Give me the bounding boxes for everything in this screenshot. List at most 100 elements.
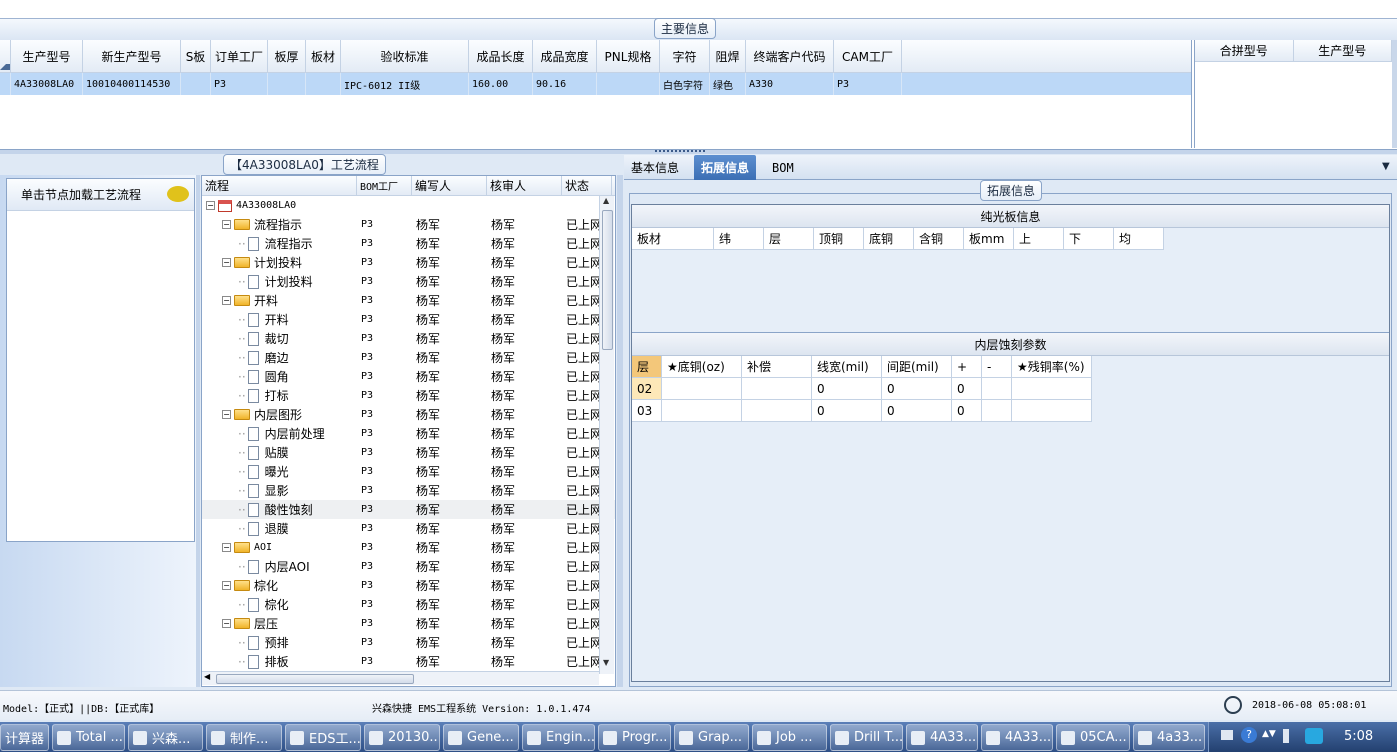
- taskbar-item[interactable]: 4a33...: [1133, 724, 1205, 751]
- column-header[interactable]: ★残铜率(%): [1012, 356, 1092, 378]
- main-info-grid[interactable]: 生产型号 新生产型号 S板 订单工厂 板厚 板材 验收标准 成品长度 成品宽度 PNL规格 字符 阻焊…: [0, 40, 1192, 148]
- table-cell[interactable]: [1012, 378, 1092, 400]
- taskbar-item[interactable]: Drill T...: [830, 724, 903, 751]
- table-cell[interactable]: 90.16: [533, 73, 597, 95]
- collapse-icon[interactable]: −: [222, 296, 231, 305]
- column-header[interactable]: 下: [1064, 228, 1114, 250]
- tree-node[interactable]: ·· 曝光: [202, 462, 357, 481]
- collapse-icon[interactable]: −: [222, 258, 231, 267]
- tree-node[interactable]: ·· 内层AOI: [202, 557, 357, 576]
- column-header[interactable]: 成品长度: [469, 40, 533, 72]
- tree-row[interactable]: − AOI P3 杨军 杨军 已上网: [202, 538, 615, 557]
- tray-expand-icon[interactable]: ▲▼: [1262, 729, 1276, 739]
- load-process-header[interactable]: 单击节点加载工艺流程: [7, 179, 194, 211]
- column-header[interactable]: 验收标准: [341, 40, 469, 72]
- column-header[interactable]: 生产型号: [1294, 40, 1392, 61]
- column-header[interactable]: 核审人: [487, 176, 562, 195]
- tree-row[interactable]: ·· 流程指示 P3 杨军 杨军 已上网: [202, 234, 615, 253]
- tree-row[interactable]: ·· 计划投料 P3 杨军 杨军 已上网: [202, 272, 615, 291]
- column-header[interactable]: -: [982, 356, 1012, 378]
- table-cell[interactable]: 0: [882, 378, 952, 400]
- plain-board-grid-body[interactable]: [632, 250, 1389, 333]
- tree-row[interactable]: − 内层图形 P3 杨军 杨军 已上网: [202, 405, 615, 424]
- tree-node[interactable]: ·· 开料: [202, 310, 357, 329]
- tree-node[interactable]: − 开料: [202, 291, 357, 310]
- column-header[interactable]: 成品宽度: [533, 40, 597, 72]
- tree-row[interactable]: ·· 开料 P3 杨军 杨军 已上网: [202, 310, 615, 329]
- tab-basic-info[interactable]: 基本信息: [624, 155, 686, 180]
- tree-row[interactable]: − 流程指示 P3 杨军 杨军 已上网: [202, 215, 615, 234]
- tree-row[interactable]: ·· 打标 P3 杨军 杨军 已上网: [202, 386, 615, 405]
- table-cell[interactable]: 4A33008LA0: [11, 73, 83, 95]
- tree-row[interactable]: ·· 圆角 P3 杨军 杨军 已上网: [202, 367, 615, 386]
- tree-row[interactable]: ·· 贴膜 P3 杨军 杨军 已上网: [202, 443, 615, 462]
- column-header[interactable]: 均: [1114, 228, 1164, 250]
- table-cell[interactable]: 0: [952, 378, 982, 400]
- tree-row[interactable]: ·· 内层前处理 P3 杨军 杨军 已上网: [202, 424, 615, 443]
- taskbar-item[interactable]: Total ...: [52, 724, 125, 751]
- scroll-left-icon[interactable]: ◀: [204, 672, 210, 681]
- taskbar-item[interactable]: Grap...: [674, 724, 749, 751]
- column-header[interactable]: 合拼型号: [1195, 40, 1294, 61]
- tree-row[interactable]: − 计划投料 P3 杨军 杨军 已上网: [202, 253, 615, 272]
- app-tray-icon[interactable]: [1305, 728, 1323, 744]
- taskbar-item[interactable]: Gene...: [443, 724, 519, 751]
- vertical-splitter[interactable]: [196, 175, 200, 687]
- column-header[interactable]: 顶铜: [814, 228, 864, 250]
- table-cell[interactable]: 0: [952, 400, 982, 422]
- table-cell[interactable]: [306, 73, 341, 95]
- table-cell[interactable]: P3: [211, 73, 268, 95]
- taskbar-item[interactable]: 20130...: [364, 724, 440, 751]
- column-header[interactable]: 新生产型号: [83, 40, 181, 72]
- tree-row[interactable]: ·· 显影 P3 杨军 杨军 已上网: [202, 481, 615, 500]
- table-cell[interactable]: 10010400114530: [83, 73, 181, 95]
- table-cell[interactable]: 绿色: [710, 73, 746, 95]
- help-icon[interactable]: ?: [1241, 727, 1257, 743]
- tree-node[interactable]: − 棕化: [202, 576, 357, 595]
- column-header[interactable]: 间距(mil): [882, 356, 952, 378]
- table-cell[interactable]: [181, 73, 211, 95]
- tree-row[interactable]: ·· 退膜 P3 杨军 杨军 已上网: [202, 519, 615, 538]
- column-header[interactable]: 纬: [714, 228, 764, 250]
- collapse-icon[interactable]: −: [222, 619, 231, 628]
- tree-row[interactable]: ·· 曝光 P3 杨军 杨军 已上网: [202, 462, 615, 481]
- tree-node[interactable]: − 层压: [202, 614, 357, 633]
- tree-node[interactable]: − 内层图形: [202, 405, 357, 424]
- collapse-icon[interactable]: −: [222, 543, 231, 552]
- tree-row[interactable]: ·· 预排 P3 杨军 杨军 已上网: [202, 633, 615, 652]
- table-cell[interactable]: [1012, 400, 1092, 422]
- tree-node[interactable]: ·· 酸性蚀刻: [202, 500, 357, 519]
- horizontal-scrollbar[interactable]: ◀: [202, 671, 599, 685]
- table-cell[interactable]: 0: [812, 400, 882, 422]
- tree-node[interactable]: ·· 计划投料: [202, 272, 357, 291]
- column-header[interactable]: 上: [1014, 228, 1064, 250]
- merge-model-grid[interactable]: 合拼型号 生产型号: [1194, 40, 1392, 148]
- network-icon[interactable]: [1221, 730, 1233, 740]
- collapse-icon[interactable]: −: [206, 201, 215, 210]
- process-tree-grid[interactable]: 流程 BOM工厂 编写人 核审人 状态 − 4A33008LA0 − 流程指示 P3 杨军 杨军…: [201, 175, 616, 687]
- vertical-splitter[interactable]: [617, 175, 623, 687]
- tree-node[interactable]: ·· 内层前处理: [202, 424, 357, 443]
- table-cell[interactable]: [982, 400, 1012, 422]
- taskbar-item[interactable]: Progr...: [598, 724, 671, 751]
- tab-extension-info[interactable]: 拓展信息: [694, 155, 757, 180]
- column-header[interactable]: 补偿: [742, 356, 812, 378]
- column-header[interactable]: 编写人: [412, 176, 487, 195]
- column-header[interactable]: 板厚: [268, 40, 306, 72]
- tab-bom[interactable]: BOM: [765, 155, 801, 180]
- taskbar-item[interactable]: 05CA...: [1056, 724, 1130, 751]
- tree-node[interactable]: − 计划投料: [202, 253, 357, 272]
- column-header[interactable]: +: [952, 356, 982, 378]
- scroll-up-icon[interactable]: ▲: [603, 196, 609, 205]
- tree-node[interactable]: ·· 打标: [202, 386, 357, 405]
- taskbar-item[interactable]: 兴森...: [128, 724, 203, 751]
- table-cell[interactable]: 0: [812, 378, 882, 400]
- tree-row[interactable]: ·· 酸性蚀刻 P3 杨军 杨军 已上网: [202, 500, 615, 519]
- column-header[interactable]: ★底铜(oz): [662, 356, 742, 378]
- dropdown-arrow-icon[interactable]: ▼: [1382, 161, 1390, 172]
- table-cell[interactable]: 白色字符: [660, 73, 710, 95]
- tree-row[interactable]: − 层压 P3 杨军 杨军 已上网: [202, 614, 615, 633]
- table-cell[interactable]: [982, 378, 1012, 400]
- column-header[interactable]: 层: [632, 356, 662, 378]
- taskbar-item[interactable]: 制作...: [206, 724, 282, 751]
